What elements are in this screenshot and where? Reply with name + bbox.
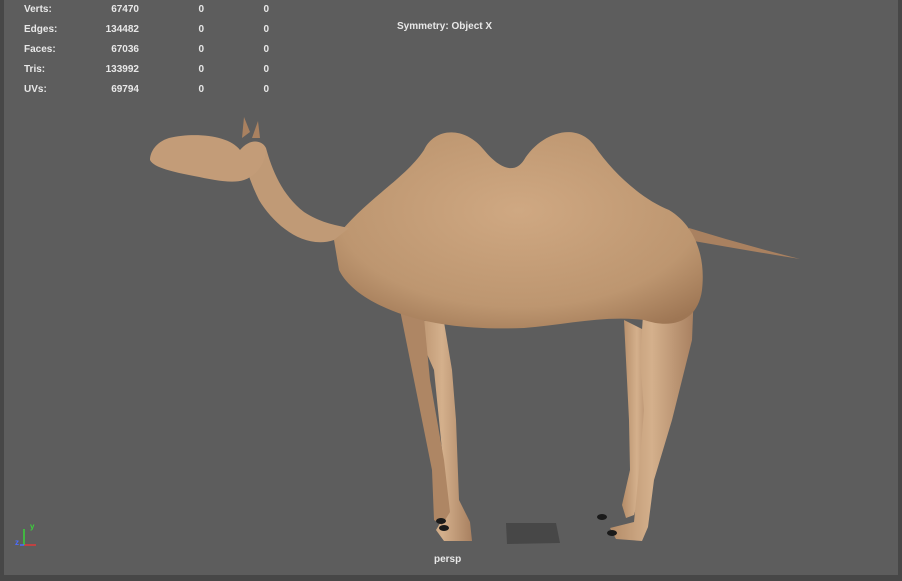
camel-tail	[688, 228, 800, 259]
view-axis-gizmo: y z	[15, 522, 36, 547]
ground-shadow	[506, 523, 560, 544]
camera-name-label: persp	[434, 554, 462, 565]
camel-hoof	[439, 525, 449, 531]
camel-hoof	[607, 530, 617, 536]
camel-hoof	[597, 514, 607, 520]
y-axis-label: y	[30, 522, 35, 531]
camel-hoof	[436, 518, 446, 524]
camel-body	[334, 132, 703, 329]
z-axis-label: z	[15, 538, 19, 547]
camel-model[interactable]	[4, 0, 902, 581]
perspective-viewport[interactable]: Verts: 67470 0 0 Edges: 134482 0 0 Faces…	[0, 0, 902, 581]
camel-head	[150, 135, 266, 182]
camel-ear	[252, 121, 260, 138]
camel-ear	[242, 117, 250, 138]
